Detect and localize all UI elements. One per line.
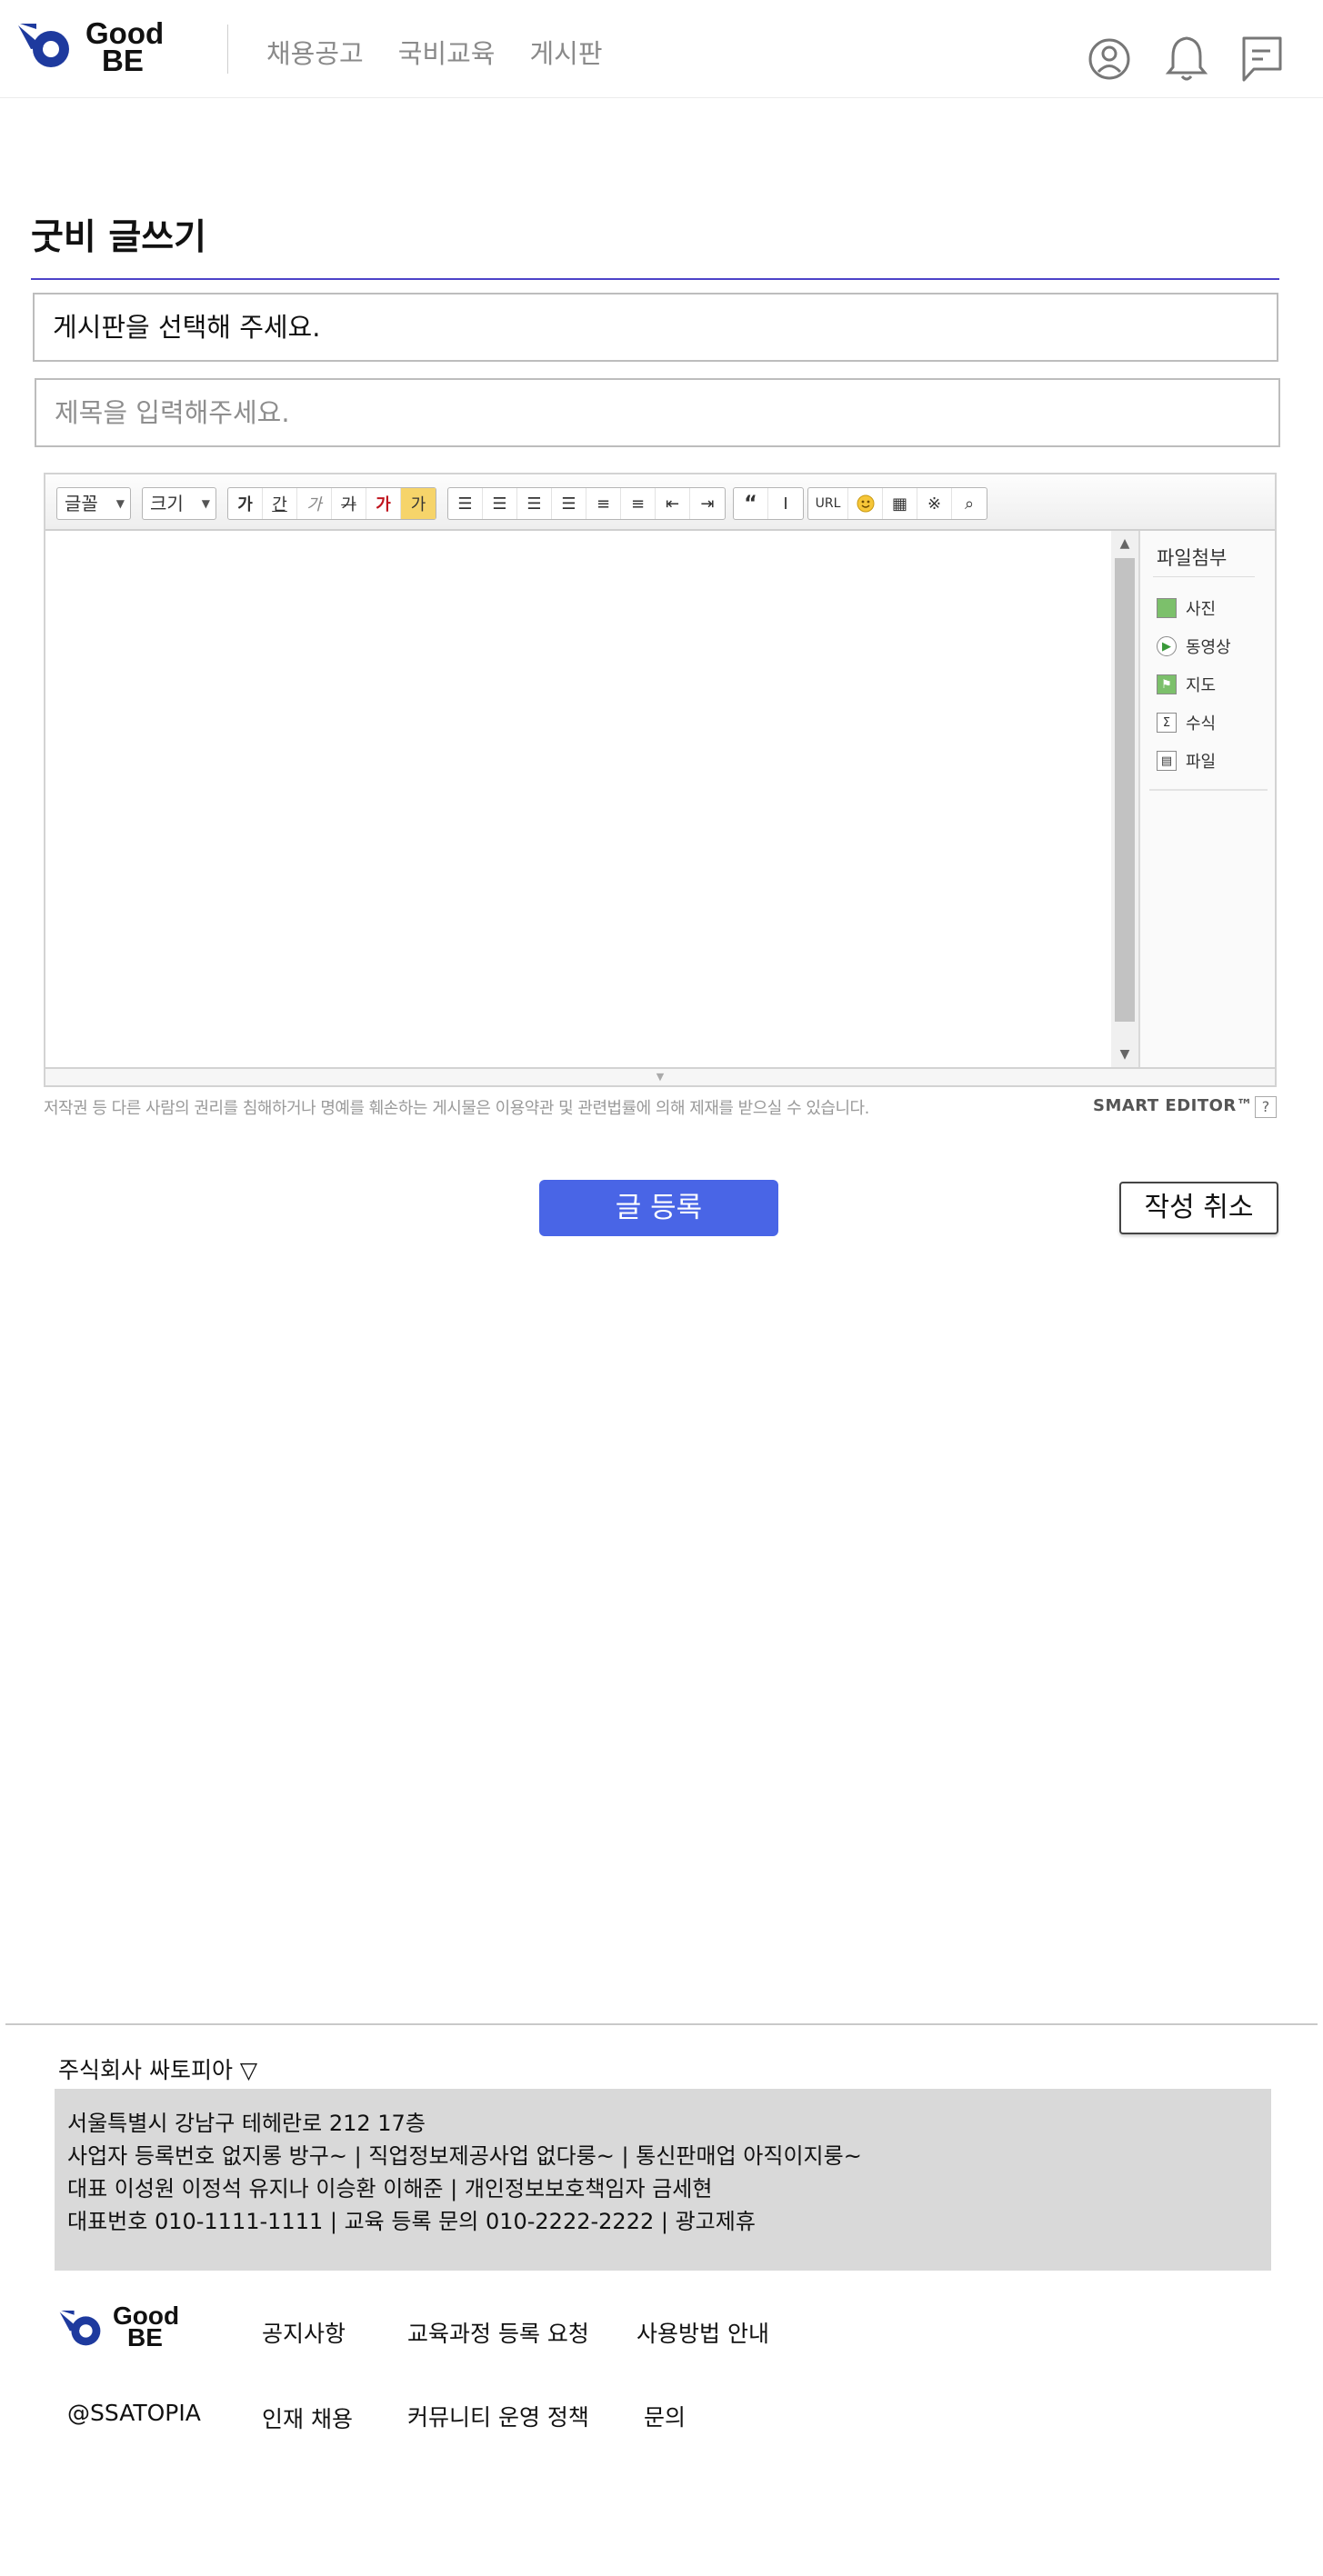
quote-icon[interactable]: “ bbox=[734, 488, 768, 519]
logo-text: Good BE bbox=[85, 18, 164, 77]
emoticon-icon[interactable] bbox=[848, 488, 883, 519]
scroll-thumb[interactable] bbox=[1115, 558, 1135, 1022]
attach-photo-button[interactable]: 사진 bbox=[1157, 596, 1216, 620]
page-title: 굿비 글쓰기 bbox=[31, 217, 206, 258]
footer-link-contact[interactable]: 문의 bbox=[644, 2400, 686, 2432]
footer-goodbe-logo[interactable]: Good BE bbox=[58, 2303, 222, 2351]
attach-map-label: 지도 bbox=[1186, 676, 1217, 695]
logo-line2: BE bbox=[102, 44, 144, 77]
message-icon[interactable] bbox=[1239, 33, 1285, 85]
company-address: 서울특별시 강남구 테헤란로 212 17층 bbox=[67, 2111, 426, 2136]
header-divider bbox=[227, 25, 228, 74]
chevron-down-icon: ▼ bbox=[201, 497, 210, 510]
attach-panel-title: 파일첨부 bbox=[1157, 547, 1228, 569]
editor-help-button[interactable]: ? bbox=[1255, 1096, 1277, 1118]
chevron-down-icon: ▼ bbox=[115, 497, 125, 510]
main-nav: 채용공고 국비교육 게시판 bbox=[266, 33, 603, 71]
bullet-list-icon[interactable]: ≡ bbox=[621, 488, 656, 519]
footer-divider bbox=[5, 2023, 1318, 2025]
indent-icon[interactable]: ⇥ bbox=[690, 488, 725, 519]
font-size-dropdown[interactable]: 크기 ▼ bbox=[142, 487, 216, 520]
profile-icon[interactable] bbox=[1087, 33, 1132, 85]
footer-social-handle[interactable]: @SSATOPIA bbox=[67, 2400, 201, 2426]
align-left-icon[interactable]: ☰ bbox=[448, 488, 483, 519]
strikethrough-button[interactable]: 가 bbox=[332, 488, 366, 519]
italic-button[interactable]: 가 bbox=[297, 488, 332, 519]
attach-file-button[interactable]: ▤ 파일 bbox=[1157, 749, 1216, 773]
photo-icon bbox=[1157, 598, 1177, 618]
file-attach-panel: 파일첨부 사진 ▶ 동영상 ⚑ 지도 Σ 수식 ▤ 파일 bbox=[1138, 531, 1275, 1067]
company-registration: 사업자 등록번호 없지롱 방구~ | 직업정보제공사업 없다룽~ | 통신판매업… bbox=[67, 2143, 862, 2169]
post-title-input[interactable] bbox=[35, 378, 1280, 447]
map-icon: ⚑ bbox=[1157, 674, 1177, 694]
special-char-icon[interactable]: ※ bbox=[917, 488, 952, 519]
find-replace-icon[interactable]: ⌕ bbox=[952, 488, 987, 519]
footer-link-usage-guide[interactable]: 사용방법 안내 bbox=[636, 2316, 769, 2349]
attach-formula-label: 수식 bbox=[1186, 714, 1217, 734]
attach-photo-label: 사진 bbox=[1186, 600, 1217, 619]
bell-icon[interactable] bbox=[1164, 33, 1209, 85]
attach-video-button[interactable]: ▶ 동영상 bbox=[1157, 634, 1231, 658]
attach-map-button[interactable]: ⚑ 지도 bbox=[1157, 673, 1216, 696]
editor-content-area[interactable] bbox=[45, 531, 1111, 1067]
url-link-button[interactable]: URL bbox=[808, 488, 848, 519]
attach-video-label: 동영상 bbox=[1186, 638, 1231, 657]
table-icon[interactable]: ▦ bbox=[883, 488, 917, 519]
nav-jobs[interactable]: 채용공고 bbox=[266, 33, 364, 71]
text-style-group: 가 간 가 가 가 가 bbox=[227, 487, 436, 520]
underline-button[interactable]: 간 bbox=[263, 488, 297, 519]
footer-link-course-request[interactable]: 교육과정 등록 요청 bbox=[407, 2316, 589, 2349]
align-group: ☰ ☰ ☰ ☰ ≡ ≡ ⇤ ⇥ bbox=[447, 487, 726, 520]
align-justify-icon[interactable]: ☰ bbox=[552, 488, 586, 519]
font-color-button[interactable]: 가 bbox=[366, 488, 401, 519]
cancel-post-button[interactable]: 작성 취소 bbox=[1119, 1182, 1278, 1234]
editor-toolbar: 글꼴 ▼ 크기 ▼ 가 간 가 가 가 가 ☰ ☰ ☰ ☰ ≡ ≡ ⇤ ⇥ “ … bbox=[45, 474, 1275, 531]
attach-divider bbox=[1153, 576, 1255, 577]
company-info-toggle[interactable]: 주식회사 싸토피아 ▽ bbox=[58, 2052, 257, 2085]
font-family-label: 글꼴 bbox=[65, 493, 98, 514]
goodbe-logo-mark-icon bbox=[59, 2311, 101, 2346]
highlight-color-button[interactable]: 가 bbox=[401, 488, 436, 519]
footer-logo-line2: BE bbox=[127, 2323, 163, 2351]
goodbe-logo[interactable]: Good BE bbox=[16, 18, 198, 77]
submit-post-button[interactable]: 글 등록 bbox=[539, 1180, 778, 1236]
footer-logo-text: Good BE bbox=[113, 2303, 179, 2351]
nav-board[interactable]: 게시판 bbox=[529, 33, 602, 71]
company-info-box: 서울특별시 강남구 테헤란로 212 17층 사업자 등록번호 없지롱 방구~ … bbox=[55, 2089, 1271, 2271]
company-contact: 대표번호 010-1111-1111 | 교육 등록 문의 010-2222-2… bbox=[67, 2209, 756, 2234]
video-play-icon: ▶ bbox=[1157, 636, 1177, 656]
sigma-icon: Σ bbox=[1157, 713, 1177, 733]
floppy-disk-icon: ▤ bbox=[1157, 751, 1177, 771]
align-center-icon[interactable]: ☰ bbox=[483, 488, 517, 519]
quote-group: “ Ⅰ bbox=[733, 487, 804, 520]
attach-file-label: 파일 bbox=[1186, 753, 1217, 772]
outdent-icon[interactable]: ⇤ bbox=[656, 488, 690, 519]
align-right-icon[interactable]: ☰ bbox=[517, 488, 552, 519]
scroll-down-arrow-icon[interactable]: ▼ bbox=[1111, 1043, 1138, 1065]
smart-editor-brand: SMART EDITOR™ bbox=[1093, 1096, 1254, 1115]
copyright-notice: 저작권 등 다른 사람의 권리를 침해하거나 명예를 훼손하는 게시물은 이용약… bbox=[44, 1099, 869, 1118]
title-underline bbox=[31, 278, 1279, 280]
smart-editor: 글꼴 ▼ 크기 ▼ 가 간 가 가 가 가 ☰ ☰ ☰ ☰ ≡ ≡ ⇤ ⇥ “ … bbox=[44, 473, 1277, 1087]
scroll-up-arrow-icon[interactable]: ▲ bbox=[1111, 533, 1138, 554]
footer-link-community-policy[interactable]: 커뮤니티 운영 정책 bbox=[407, 2400, 589, 2432]
board-select-dropdown[interactable]: 게시판을 선택해 주세요. bbox=[33, 293, 1278, 362]
line-height-icon[interactable]: Ⅰ bbox=[768, 488, 803, 519]
nav-education[interactable]: 국비교육 bbox=[398, 33, 496, 71]
attach-formula-button[interactable]: Σ 수식 bbox=[1157, 711, 1216, 734]
numbered-list-icon[interactable]: ≡ bbox=[586, 488, 621, 519]
editor-scrollbar[interactable]: ▲ ▼ bbox=[1111, 531, 1138, 1067]
footer-link-recruit[interactable]: 인재 채용 bbox=[262, 2401, 353, 2434]
company-representatives: 대표 이성원 이정석 유지나 이승환 이해준 | 개인정보보호책임자 금세현 bbox=[67, 2176, 713, 2202]
footer-link-notice[interactable]: 공지사항 bbox=[262, 2316, 346, 2349]
top-header: Good BE 채용공고 국비교육 게시판 bbox=[0, 0, 1323, 98]
editor-resize-handle[interactable]: ▼ bbox=[45, 1067, 1275, 1085]
insert-group: URL ▦ ※ ⌕ bbox=[807, 487, 987, 520]
goodbe-logo-mark-icon bbox=[18, 24, 69, 67]
font-size-label: 크기 bbox=[150, 493, 184, 514]
bold-button[interactable]: 가 bbox=[228, 488, 263, 519]
font-family-dropdown[interactable]: 글꼴 ▼ bbox=[56, 487, 131, 520]
attach-bottom-divider bbox=[1149, 789, 1268, 791]
